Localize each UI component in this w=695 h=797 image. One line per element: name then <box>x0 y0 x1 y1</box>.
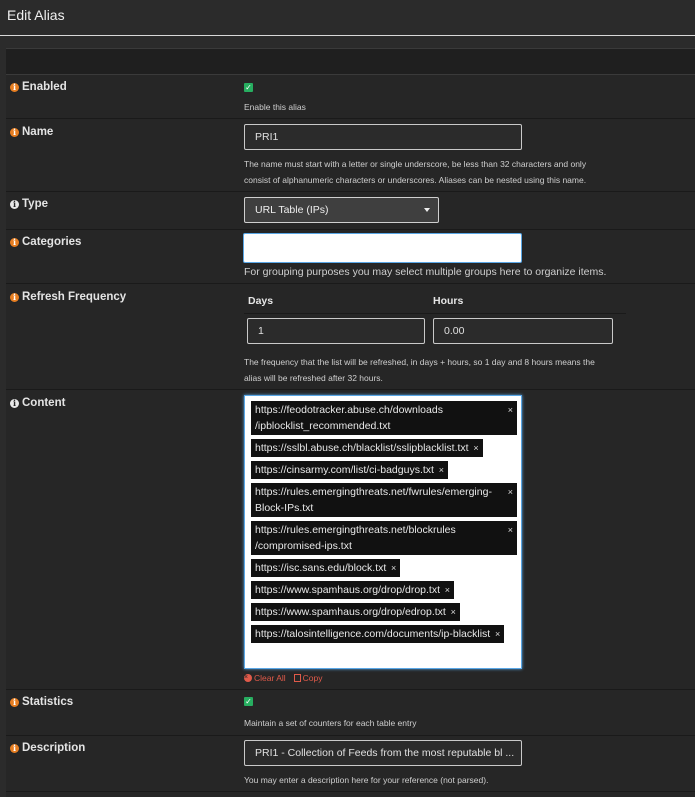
type-select[interactable]: URL Table (IPs) <box>244 197 439 223</box>
remove-tag-icon[interactable]: × <box>508 484 513 500</box>
statistics-checkbox[interactable]: ✓ <box>244 697 253 706</box>
refresh-help-line1: The frequency that the list will be refr… <box>244 357 595 367</box>
refresh-label-text: Refresh Frequency <box>22 291 127 303</box>
page-title: Edit Alias <box>7 7 65 23</box>
row-type: i Type URL Table (IPs) <box>6 192 695 230</box>
days-input[interactable]: 1 <box>247 318 425 344</box>
description-label: i Description <box>10 742 85 754</box>
row-content: i Content https://feodotracker.abuse.ch/… <box>6 390 695 690</box>
remove-tag-icon[interactable]: × <box>451 604 456 620</box>
type-label-text: Type <box>22 198 48 210</box>
remove-tag-icon[interactable]: × <box>445 582 450 598</box>
type-label: i Type <box>10 198 48 210</box>
copy-link[interactable]: Copy <box>293 673 323 683</box>
row-statistics: i Statistics ✓ Maintain a set of counter… <box>6 690 695 736</box>
info-icon[interactable]: i <box>10 398 19 408</box>
remove-tag-icon[interactable]: × <box>508 522 513 538</box>
info-icon[interactable]: i <box>10 199 19 209</box>
content-tag[interactable]: https://rules.emergingthreats.net/fwrule… <box>251 483 517 517</box>
info-icon[interactable]: i <box>10 292 19 302</box>
info-icon[interactable]: i <box>10 697 19 707</box>
form-header-bar <box>6 49 695 75</box>
content-tag[interactable]: https://sslbl.abuse.ch/blacklist/sslipbl… <box>251 439 483 457</box>
days-column-header: Days <box>248 295 274 307</box>
copy-icon <box>293 674 301 682</box>
name-input[interactable]: PRI1 <box>244 124 522 150</box>
content-label-text: Content <box>22 397 66 409</box>
remove-tag-icon[interactable]: × <box>473 440 478 456</box>
remove-tag-icon[interactable]: × <box>508 402 513 418</box>
info-icon[interactable]: i <box>10 237 19 247</box>
name-label-text: Name <box>22 126 54 138</box>
statistics-label-text: Statistics <box>22 696 74 708</box>
description-label-text: Description <box>22 742 86 754</box>
categories-label-text: Categories <box>22 236 82 248</box>
hours-column-header: Hours <box>433 295 464 307</box>
description-help: You may enter a description here for you… <box>244 775 489 785</box>
row-description: i Description PRI1 - Collection of Feeds… <box>6 736 695 792</box>
content-tag[interactable]: https://rules.emergingthreats.net/blockr… <box>251 521 517 555</box>
refresh-label: i Refresh Frequency <box>10 291 126 303</box>
content-tag-input[interactable]: https://feodotracker.abuse.ch/downloads … <box>244 395 522 669</box>
info-icon[interactable]: i <box>10 82 19 92</box>
enabled-help: Enable this alias <box>244 102 306 112</box>
content-tools: × Clear All Copy <box>244 673 323 683</box>
name-help-line1: The name must start with a letter or sin… <box>244 159 587 169</box>
content-tag[interactable]: https://cinsarmy.com/list/ci-badguys.txt… <box>251 461 448 479</box>
row-enabled: i Enabled ✓ Enable this alias <box>6 75 695 119</box>
statistics-label: i Statistics <box>10 696 73 708</box>
times-circle-icon: × <box>244 674 252 682</box>
row-refresh-frequency: i Refresh Frequency Days Hours 1 0.00 Th… <box>6 284 695 390</box>
content-tag[interactable]: https://www.spamhaus.org/drop/drop.txt × <box>251 581 455 599</box>
enabled-checkbox[interactable]: ✓ <box>244 83 253 92</box>
enabled-label-text: Enabled <box>22 81 67 93</box>
content-tag[interactable]: https://isc.sans.edu/block.txt × <box>251 559 401 577</box>
info-icon[interactable]: i <box>10 127 19 137</box>
row-categories: i Categories For grouping purposes you m… <box>6 230 695 284</box>
name-help-line2: consist of alphanumeric characters or un… <box>244 175 587 185</box>
categories-help: For grouping purposes you may select mul… <box>244 266 607 278</box>
content-label: i Content <box>10 397 65 409</box>
clear-all-link[interactable]: × Clear All <box>244 673 286 683</box>
name-label: i Name <box>10 126 53 138</box>
content-tag[interactable]: https://www.spamhaus.org/drop/edrop.txt … <box>251 603 460 621</box>
row-name: i Name PRI1 The name must start with a l… <box>6 119 695 192</box>
content-tag[interactable]: https://talosintelligence.com/documents/… <box>251 625 505 643</box>
remove-tag-icon[interactable]: × <box>391 560 396 576</box>
remove-tag-icon[interactable]: × <box>439 462 444 478</box>
enabled-label: i Enabled <box>10 81 67 93</box>
type-select-value: URL Table (IPs) <box>255 204 329 216</box>
description-input[interactable]: PRI1 - Collection of Feeds from the most… <box>244 740 522 766</box>
statistics-help: Maintain a set of counters for each tabl… <box>244 718 417 728</box>
content-tag[interactable]: https://feodotracker.abuse.ch/downloads … <box>251 401 517 435</box>
page-header: Edit Alias <box>0 0 695 36</box>
refresh-help-line2: alias will be refreshed after 32 hours. <box>244 373 383 383</box>
info-icon[interactable]: i <box>10 743 19 753</box>
categories-input[interactable] <box>243 233 522 263</box>
categories-label: i Categories <box>10 236 81 248</box>
refresh-header-divider <box>244 313 626 314</box>
hours-input[interactable]: 0.00 <box>433 318 613 344</box>
caret-down-icon <box>424 208 430 212</box>
remove-tag-icon[interactable]: × <box>495 626 500 642</box>
